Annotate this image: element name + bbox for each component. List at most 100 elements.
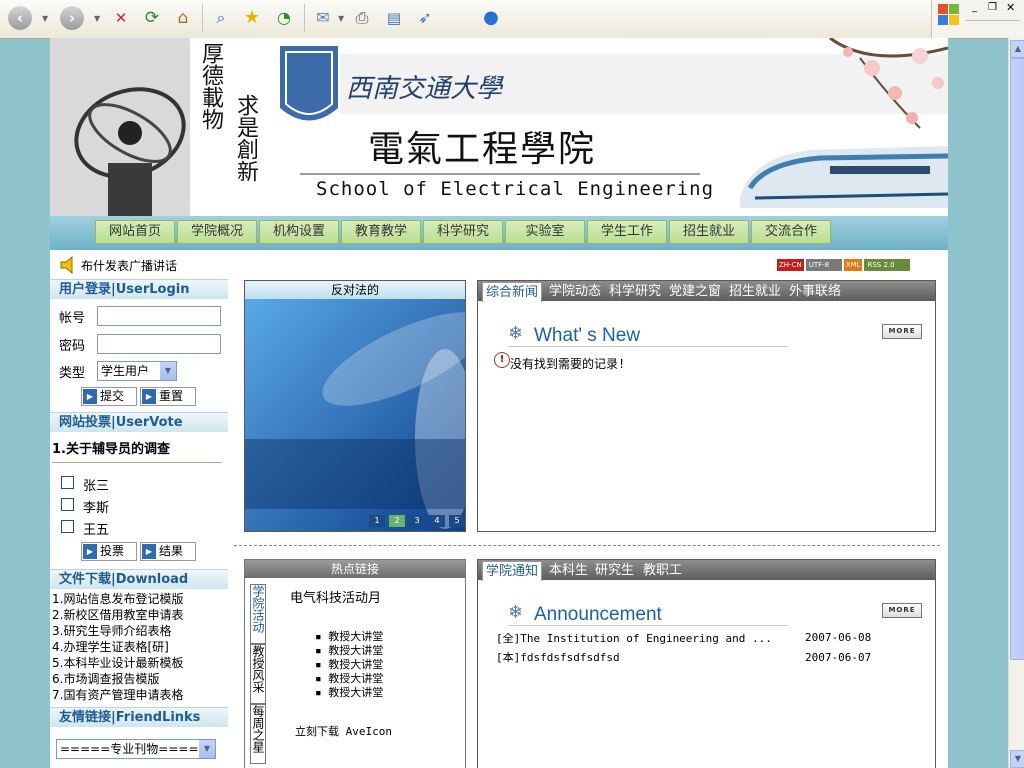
tab-research[interactable]: 科学研究 [609,282,661,301]
home-icon[interactable]: ⌂ [171,6,195,30]
side-tab-weekly-star[interactable]: 每周之星 [250,704,266,764]
tab-admissions[interactable]: 招生就业 [729,282,781,301]
nav-item-research[interactable]: 科学研究 [423,220,503,244]
nav-item-labs[interactable]: 实验室 [505,220,585,244]
forward-icon[interactable]: › [60,6,84,30]
back-dropdown-icon[interactable]: ▼ [42,14,48,23]
snowflake-icon: ❄ [508,323,524,344]
speaker-icon [60,255,76,275]
reset-button[interactable]: ▶ 重置 [140,387,196,406]
list-item[interactable]: ▪ 教授大讲堂 [315,644,383,658]
nav-item-home[interactable]: 网站首页 [95,220,175,244]
minimize-icon[interactable]: _ [972,2,977,13]
close-icon[interactable]: ✕ [1006,1,1015,14]
search-icon[interactable]: ⌕ [209,6,233,30]
empty-message: 没有找到需要的记录! [510,357,626,371]
nav-item-student-work[interactable]: 学生工作 [587,220,667,244]
list-item[interactable]: ▪ 教授大讲堂 [315,630,383,644]
download-item[interactable]: 4.办理学生证表格[研] [52,639,169,655]
history-icon[interactable]: ◔ [272,6,296,30]
notice-row-title[interactable]: [本]fdsfdsfsdfsdfsd [496,649,620,665]
apple-icon[interactable]: ● [479,6,503,30]
nav-item-admissions[interactable]: 招生就业 [669,220,749,244]
refresh-icon[interactable]: ⟳ [140,6,164,30]
tab-foreign-affairs[interactable]: 外事联络 [789,282,841,301]
print-icon[interactable]: ⎙ [350,6,374,30]
notice-row-title[interactable]: [全]The Institution of Engineering and ..… [496,630,772,646]
vote-question: 1.关于辅导员的调查 [52,442,170,457]
scroll-up-icon[interactable]: ▲ [1010,40,1024,58]
browser-toolbar: ‹ ▼ › ▼ ✕ ⟳ ⌂ ⌕ ★ ◔ ✉ ▼ ⎙ ▤ ➶ ● _ ❐ ✕ [0,0,1024,39]
download-item[interactable]: 2.新校区借用教室申请表 [52,607,183,623]
vote-option-checkbox[interactable] [61,476,74,489]
vote-option-checkbox[interactable] [61,520,74,533]
mail-icon[interactable]: ✉ [311,6,335,30]
scroll-down-icon[interactable]: ▼ [1010,750,1024,768]
broadcast-text[interactable]: 布什发表广播讲话 [81,257,177,274]
download-item[interactable]: 6.市场调查报告模版 [52,671,159,687]
notice-row-date: 2007-06-08 [805,631,872,644]
tab-college-news[interactable]: 学院动态 [549,282,601,301]
side-tab-professors[interactable]: 教授风采 [250,644,266,704]
nav-item-education[interactable]: 教育教学 [341,220,421,244]
badge-utf[interactable]: UTF-8 [805,259,842,271]
result-button[interactable]: ▶ 结果 [140,542,196,561]
badge-xml[interactable]: XML [843,259,863,271]
news-more-button[interactable]: MORE [882,324,922,339]
submit-button[interactable]: ▶ 提交 [81,387,137,406]
download-link[interactable]: 立刻下载 AveIcon [295,723,392,739]
window-controls: _ ❐ ✕ [931,0,1024,38]
password-input[interactable] [97,334,221,354]
vertical-scrollbar[interactable]: ▲ ▼ [1008,38,1024,768]
forward-dropdown-icon[interactable]: ▼ [94,14,100,23]
pager-page[interactable]: 4 [429,515,445,527]
download-item[interactable]: 1.网站信息发布登记模版 [52,591,183,607]
side-tab-activities[interactable]: 学院活动 [250,584,266,644]
pager-page[interactable]: 5 [449,515,465,527]
tab-undergrad[interactable]: 本科生 [549,561,588,580]
download-item[interactable]: 5.本科毕业设计最新模板 [52,655,183,671]
notice-more-button[interactable]: MORE [882,603,922,618]
vote-option-label: 李斯 [83,501,110,516]
restore-icon[interactable]: ❐ [988,2,997,13]
notice-tabs: 学院通知 本科生 研究生 教职工 [478,560,935,581]
badge-rss[interactable]: RSS 2.0 [864,259,911,271]
pager-page-active[interactable]: 2 [389,515,405,527]
vote-divider [52,462,222,463]
stop-icon[interactable]: ✕ [109,6,133,30]
tab-staff[interactable]: 教职工 [643,561,682,580]
download-item[interactable]: 3.研究生导师介绍表格 [52,623,171,639]
pager-page[interactable]: 1 [369,515,385,527]
badge-zh[interactable]: ZH-CN [777,259,804,271]
whats-new-title: What' s New [534,325,641,346]
list-item[interactable]: ▪ 教授大讲堂 [315,672,383,686]
scroll-thumb[interactable] [1010,58,1024,660]
chevron-down-icon: ▼ [160,362,176,380]
vote-button[interactable]: ▶ 投票 [81,542,137,561]
tab-college-notice[interactable]: 学院通知 [482,561,543,581]
pager-page[interactable]: 3 [409,515,425,527]
hotlinks-title: 电气科技活动月 [290,591,382,606]
list-item[interactable]: ▪ 教授大讲堂 [315,686,383,700]
nav-item-departments[interactable]: 机构设置 [259,220,339,244]
nav-item-overview[interactable]: 学院概况 [177,220,257,244]
tab-grad[interactable]: 研究生 [595,561,634,580]
friendlinks-select[interactable]: =====专业刊物===== ▼ [56,739,216,759]
feature-image[interactable] [245,299,465,531]
account-input[interactable] [97,306,221,326]
favorites-icon[interactable]: ★ [240,6,264,30]
tab-party[interactable]: 党建之窗 [669,282,721,301]
messenger-icon[interactable]: ➶ [413,6,437,30]
edit-icon[interactable]: ▤ [382,6,406,30]
account-label: 帐号 [59,311,86,326]
vote-heading: 网站投票|UserVote [50,412,228,432]
list-item[interactable]: ▪ 教授大讲堂 [315,658,383,672]
download-item[interactable]: 7.国有资产管理申请表格 [52,687,183,703]
user-type-select[interactable]: 学生用户 ▼ [97,361,177,381]
vote-option-checkbox[interactable] [61,498,74,511]
mail-dropdown-icon[interactable]: ▼ [338,14,344,23]
tab-general-news[interactable]: 综合新闻 [482,282,543,302]
nav-item-exchange[interactable]: 交流合作 [751,220,831,244]
university-name: 西南交通大學 [346,74,503,104]
back-icon[interactable]: ‹ [8,6,32,30]
